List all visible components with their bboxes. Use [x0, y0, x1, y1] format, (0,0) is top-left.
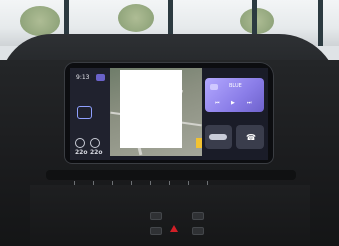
play-icon[interactable]: ▶ — [231, 100, 235, 106]
temperature-left[interactable]: 22o — [75, 149, 87, 156]
phone-icon: ☎ — [246, 133, 256, 142]
temperature-right[interactable]: 22o — [90, 149, 102, 156]
vehicle-tile[interactable] — [205, 125, 232, 149]
lower-control-panel — [30, 185, 310, 245]
redaction-block — [120, 70, 182, 148]
phone-tile[interactable]: ☎ — [236, 125, 264, 149]
home-icon[interactable] — [77, 106, 92, 119]
car-icon — [209, 134, 227, 140]
tree — [240, 8, 274, 34]
media-tile-label: BLUE — [229, 83, 242, 89]
clock: 9:13 — [76, 74, 90, 81]
window-frame — [318, 0, 323, 46]
status-column: 9:13 22o 22o — [70, 68, 110, 160]
tree — [118, 4, 154, 32]
car-interior-photo: 9:13 22o 22o BLUE ⏮ ▶ ⏭ ☎ — [0, 0, 339, 246]
media-tile[interactable]: BLUE ⏮ ▶ ⏭ — [205, 78, 264, 112]
page-indicator[interactable] — [170, 154, 190, 157]
seat-heat-icon[interactable] — [90, 138, 100, 148]
control-button[interactable] — [192, 227, 204, 235]
seat-heat-icon[interactable] — [75, 138, 85, 148]
control-button[interactable] — [150, 212, 162, 220]
previous-icon[interactable]: ⏮ — [215, 100, 220, 106]
route-highlight — [196, 138, 202, 148]
hazard-icon[interactable] — [170, 225, 178, 232]
control-button[interactable] — [192, 212, 204, 220]
tree — [20, 6, 60, 36]
next-icon[interactable]: ⏭ — [247, 100, 252, 106]
radio-icon — [210, 84, 218, 90]
control-button[interactable] — [150, 227, 162, 235]
infotainment-screen[interactable]: 9:13 22o 22o BLUE ⏮ ▶ ⏭ ☎ — [70, 68, 268, 160]
climate-touch-buttons[interactable] — [74, 172, 264, 187]
media-icon[interactable] — [96, 74, 105, 81]
